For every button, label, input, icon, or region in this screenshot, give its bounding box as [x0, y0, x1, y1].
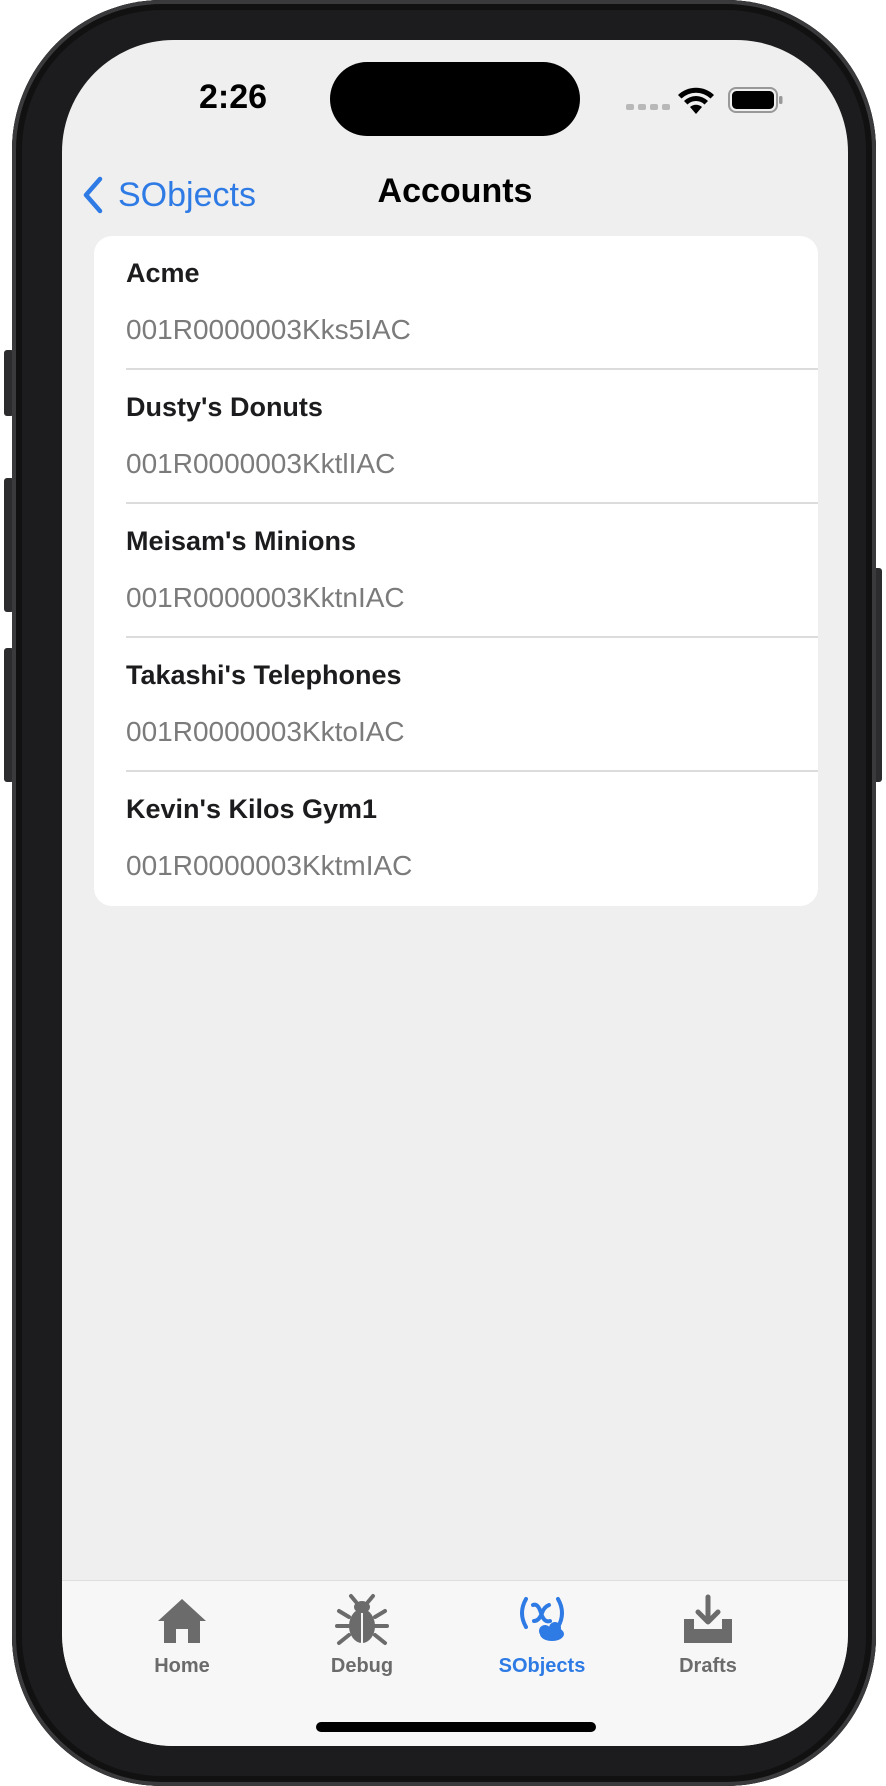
- status-time: 2:26: [198, 78, 268, 116]
- dynamic-island: [330, 62, 580, 136]
- tab-label: SObjects: [498, 1655, 586, 1677]
- battery-icon: [728, 87, 783, 113]
- account-name: Kevin's Kilos Gym1: [126, 794, 378, 824]
- home-indicator[interactable]: [316, 1722, 596, 1732]
- tab-label: Drafts: [679, 1655, 737, 1677]
- list-item[interactable]: Dusty's Donuts 001R0000003KktlIAC: [94, 370, 818, 504]
- bug-icon: [335, 1594, 389, 1645]
- house-icon: [158, 1599, 206, 1643]
- tab-label: Home: [154, 1655, 210, 1677]
- account-id: 001R0000003KktoIAC: [126, 716, 405, 747]
- account-name: Dusty's Donuts: [126, 392, 323, 422]
- tab-home[interactable]: Home: [122, 1593, 242, 1678]
- accounts-list: Acme 001R0000003Kks5IAC Dusty's Donuts 0…: [94, 236, 818, 906]
- tray-download-icon: [684, 1594, 732, 1643]
- phone-frame: 2:26 SObjects Accounts Acme 001R0000003K…: [12, 0, 876, 1786]
- tab-sobjects[interactable]: SObjects: [482, 1593, 602, 1678]
- tab-debug[interactable]: Debug: [302, 1593, 422, 1678]
- screen: 2:26 SObjects Accounts Acme 001R0000003K…: [62, 40, 848, 1746]
- account-name: Acme: [126, 258, 200, 288]
- account-id: 001R0000003KktmIAC: [126, 850, 413, 881]
- account-id: 001R0000003KktnIAC: [126, 582, 405, 613]
- list-item[interactable]: Takashi's Telephones 001R0000003KktoIAC: [94, 638, 818, 772]
- tab-label: Debug: [330, 1655, 394, 1677]
- tab-drafts[interactable]: Drafts: [648, 1593, 768, 1678]
- list-item[interactable]: Meisam's Minions 001R0000003KktnIAC: [94, 504, 818, 638]
- account-name: Meisam's Minions: [126, 526, 356, 556]
- list-item[interactable]: Kevin's Kilos Gym1 001R0000003KktmIAC: [94, 772, 818, 906]
- account-id: 001R0000003KktlIAC: [126, 448, 396, 479]
- account-name: Takashi's Telephones: [126, 660, 402, 690]
- wifi-icon: [678, 87, 714, 114]
- list-item[interactable]: Acme 001R0000003Kks5IAC: [94, 236, 818, 370]
- sobjects-icon: [520, 1597, 564, 1641]
- page-title: Accounts: [377, 172, 533, 210]
- cellular-signal-icon: [626, 104, 670, 110]
- account-id: 001R0000003Kks5IAC: [126, 314, 411, 345]
